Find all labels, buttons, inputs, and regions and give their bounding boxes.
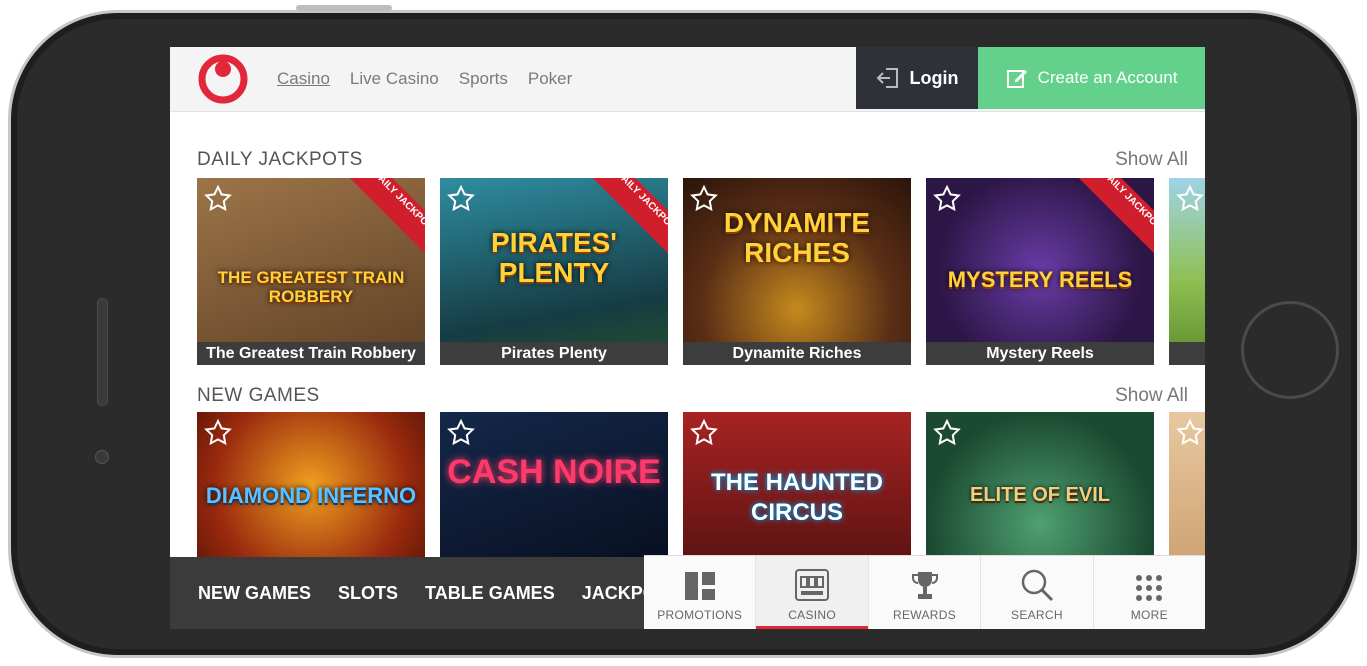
nav-casino[interactable]: Casino (277, 69, 330, 89)
tab-search[interactable]: SEARCH (980, 556, 1092, 629)
game-art-title: THE GREATEST TRAIN ROBBERY (217, 268, 405, 306)
favorite-star-icon[interactable] (203, 418, 233, 448)
category-jackpots[interactable]: JACKPOTS (582, 583, 650, 604)
tab-label: CASINO (788, 608, 837, 622)
daily-jackpots-title: DAILY JACKPOTS (197, 149, 363, 170)
game-art-title: ELITE OF EVIL (969, 484, 1110, 506)
nav-poker[interactable]: Poker (528, 69, 572, 89)
tab-promotions[interactable]: PROMOTIONS (644, 556, 755, 629)
login-button[interactable]: Login (856, 47, 978, 109)
trophy-icon (911, 572, 938, 599)
phone-camera (95, 450, 109, 464)
home-button[interactable] (1241, 301, 1339, 399)
game-caption: Pirates Plenty (440, 342, 668, 365)
brand-logo-icon[interactable] (194, 53, 252, 105)
promotions-icon (684, 572, 715, 600)
game-art-title: DIAMOND INFERNO (205, 483, 417, 508)
tab-more[interactable]: MORE (1092, 556, 1205, 629)
game-art-title: CASH NOIRE (447, 453, 661, 491)
login-label: Login (909, 67, 959, 88)
grid-icon (1136, 575, 1163, 601)
tab-label: MORE (1130, 608, 1168, 622)
favorite-star-icon[interactable] (932, 184, 962, 214)
create-account-label: Create an Account (1037, 68, 1178, 87)
game-tile[interactable]: THE GREATEST TRAIN ROBBERY DAILY JACKPOT… (197, 178, 425, 365)
slot-machine-icon (795, 569, 830, 601)
game-caption: Dynamite Riches (683, 342, 911, 365)
game-art-title: MYSTERY REELS (947, 267, 1133, 292)
category-bar: NEW GAMES SLOTS TABLE GAMES JACKPOTS (170, 557, 650, 629)
category-slots[interactable]: SLOTS (338, 583, 398, 604)
favorite-star-icon[interactable] (446, 418, 476, 448)
nav-sports[interactable]: Sports (459, 69, 508, 89)
game-tile[interactable]: PIRATES' PLENTY DAILY JACKPOT Pirates Pl… (440, 178, 668, 365)
new-games-title: NEW GAMES (197, 385, 320, 406)
category-table-games[interactable]: TABLE GAMES (425, 583, 555, 604)
new-games-show-all[interactable]: Show All (1115, 385, 1188, 407)
favorite-star-icon[interactable] (932, 418, 962, 448)
daily-jackpots-show-all[interactable]: Show All (1115, 149, 1188, 171)
game-tile[interactable]: MYSTERY REELS DAILY JACKPOT Mystery Reel… (926, 178, 1154, 365)
favorite-star-icon[interactable] (689, 418, 719, 448)
game-art-title: PIRATES' PLENTY (491, 227, 617, 288)
favorite-star-icon[interactable] (689, 184, 719, 214)
bottom-tab-bar: PROMOTIONS CASINO REWARDS SEARCH MORE (644, 555, 1205, 629)
login-icon (876, 68, 898, 88)
search-icon (1021, 569, 1053, 602)
favorite-star-icon[interactable] (1175, 418, 1205, 448)
game-caption: The Greatest Train Robbery (197, 342, 425, 365)
game-caption: Mystery Reels (926, 342, 1154, 365)
game-art-title: DYNAMITE RICHES (723, 207, 871, 268)
phone-speaker (97, 298, 108, 406)
edit-icon (1006, 70, 1027, 88)
tab-casino[interactable]: CASINO (755, 556, 869, 629)
app-screen: Casino Live Casino Sports Poker Login Cr… (170, 47, 1205, 629)
game-caption (1169, 342, 1205, 365)
game-art-title: THE HAUNTED CIRCUS (711, 469, 883, 526)
category-new-games[interactable]: NEW GAMES (198, 583, 311, 604)
tab-label: REWARDS (893, 608, 957, 622)
tab-rewards[interactable]: REWARDS (867, 556, 980, 629)
game-tile-partial[interactable] (1169, 178, 1205, 365)
daily-jackpots-row: THE GREATEST TRAIN ROBBERY DAILY JACKPOT… (197, 178, 1205, 365)
favorite-star-icon[interactable] (446, 184, 476, 214)
create-account-button[interactable]: Create an Account (978, 47, 1205, 109)
tab-label: PROMOTIONS (657, 608, 743, 622)
favorite-star-icon[interactable] (203, 184, 233, 214)
tab-label: SEARCH (1011, 608, 1063, 622)
game-tile[interactable]: DYNAMITE RICHES Dynamite Riches (683, 178, 911, 365)
nav-live-casino[interactable]: Live Casino (350, 69, 439, 89)
main-nav: Casino Live Casino Sports Poker (277, 69, 572, 89)
phone-side-button (296, 5, 392, 11)
favorite-star-icon[interactable] (1175, 184, 1205, 214)
top-bar: Casino Live Casino Sports Poker Login Cr… (170, 47, 1205, 112)
